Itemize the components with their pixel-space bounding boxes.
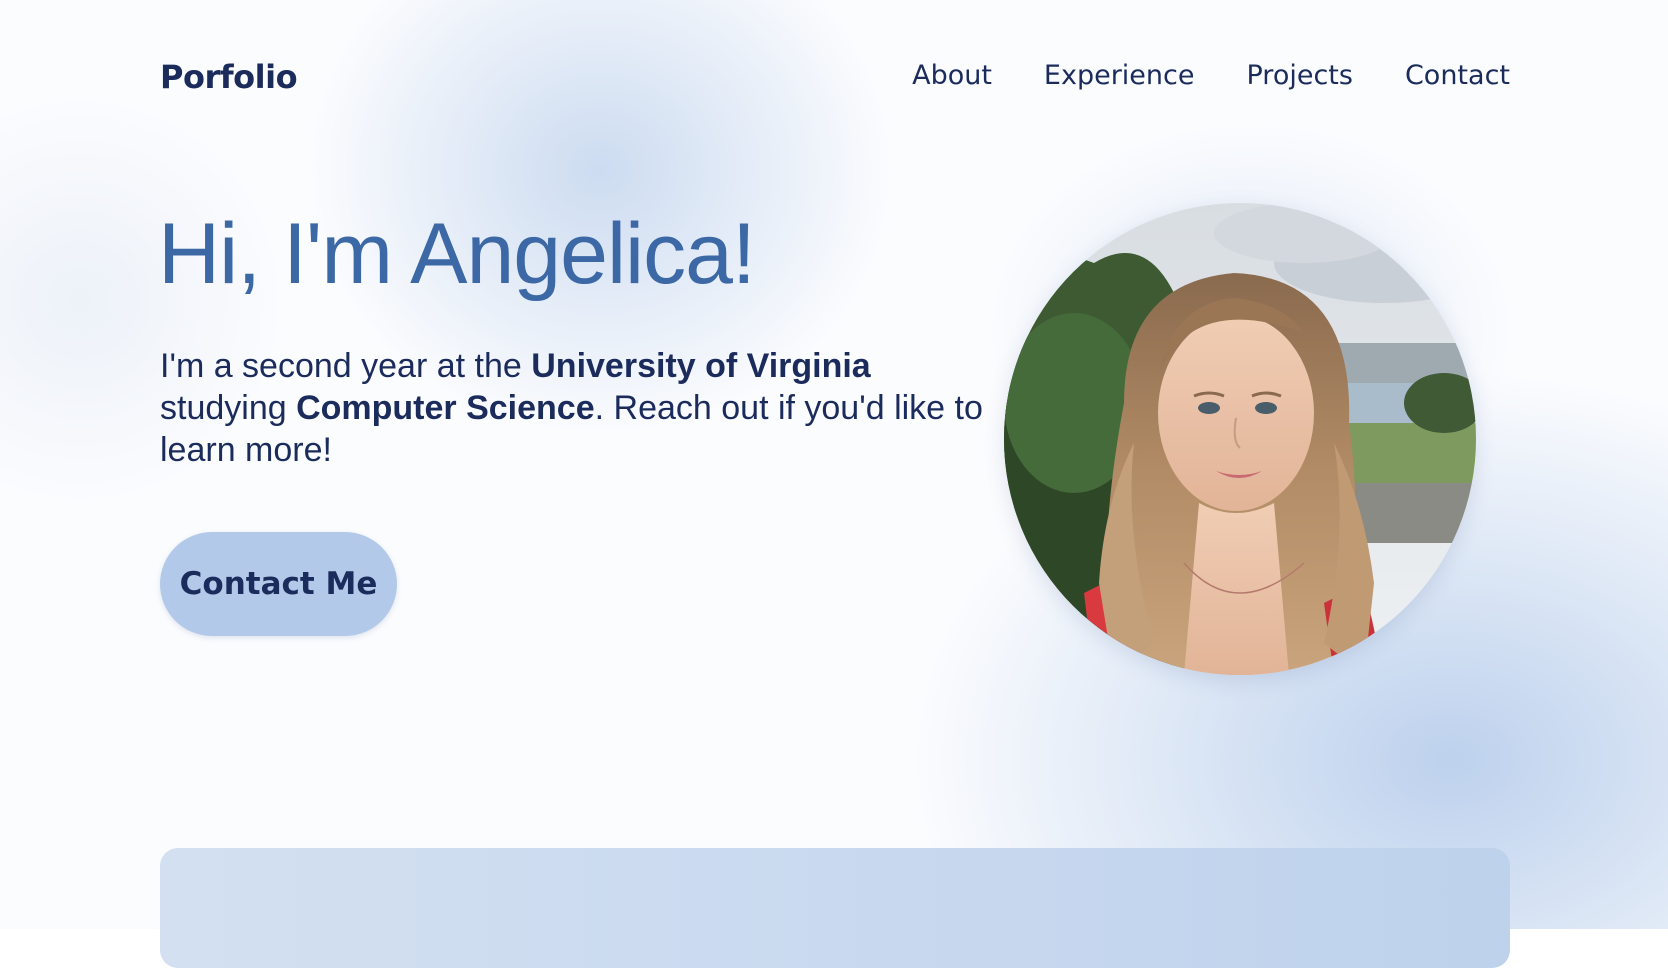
contact-me-button[interactable]: Contact Me <box>160 532 397 636</box>
brand-logo[interactable]: Porfolio <box>160 58 298 96</box>
section-card <box>160 848 1510 968</box>
profile-photo <box>1004 203 1476 675</box>
hero-title: Hi, I'm Angelica! <box>158 206 756 302</box>
major-name: Computer Science <box>296 389 595 427</box>
nav-link-about[interactable]: About <box>912 60 992 91</box>
university-name: University of Virginia <box>531 347 871 385</box>
hero-text-part2: studying <box>160 389 297 427</box>
hero-description: I'm a second year at the University of V… <box>160 345 1000 471</box>
profile-photo-illustration <box>1004 203 1476 675</box>
nav-link-contact[interactable]: Contact <box>1405 60 1510 91</box>
nav-link-experience[interactable]: Experience <box>1044 60 1195 91</box>
nav-links: About Experience Projects Contact <box>912 60 1510 91</box>
hero-text-part1: I'm a second year at the <box>160 347 532 385</box>
page-container: Porfolio About Experience Projects Conta… <box>158 0 1510 968</box>
nav-link-projects[interactable]: Projects <box>1247 60 1353 91</box>
top-navigation: Porfolio About Experience Projects Conta… <box>160 58 1510 104</box>
